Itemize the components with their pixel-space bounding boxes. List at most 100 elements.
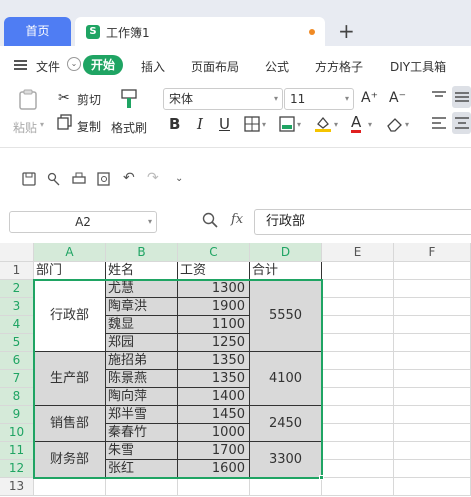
salary-cell[interactable]: 1900 xyxy=(178,298,250,316)
grid-cell[interactable] xyxy=(322,424,394,442)
print-preview-icon[interactable] xyxy=(97,172,111,186)
grid-cell[interactable] xyxy=(394,262,471,280)
menu-file[interactable]: 文件 xyxy=(36,58,60,75)
name-box[interactable]: A2 ▾ xyxy=(9,211,157,233)
salary-cell[interactable]: 1100 xyxy=(178,316,250,334)
menu-start[interactable]: 开始 xyxy=(83,55,123,75)
fill-handle[interactable] xyxy=(319,475,324,480)
copy-label[interactable]: 复制 xyxy=(77,118,101,135)
name-cell[interactable]: 陶章洪 xyxy=(106,298,178,316)
grid-cell[interactable] xyxy=(322,280,394,298)
grid-cell[interactable] xyxy=(322,334,394,352)
underline-button[interactable]: U xyxy=(219,115,230,133)
font-size-select[interactable]: 11 ▾ xyxy=(284,88,354,110)
chevron-down-icon[interactable]: ▾ xyxy=(262,120,266,129)
grid-cell[interactable] xyxy=(394,478,471,496)
tab-workbook[interactable]: S 工作簿1 xyxy=(75,17,325,46)
name-cell[interactable]: 魏显 xyxy=(106,316,178,334)
fill-pattern-icon[interactable] xyxy=(279,116,295,132)
salary-cell[interactable]: 1450 xyxy=(178,406,250,424)
grid-cell[interactable] xyxy=(106,478,178,496)
column-header-B[interactable]: B xyxy=(106,243,178,262)
name-cell[interactable]: 郑半雪 xyxy=(106,406,178,424)
grid-cell[interactable] xyxy=(394,352,471,370)
grid-cell[interactable] xyxy=(178,478,250,496)
column-header-F[interactable]: F xyxy=(394,243,471,262)
total-cell[interactable]: 4100 xyxy=(250,352,322,406)
name-cell[interactable]: 秦春竹 xyxy=(106,424,178,442)
align-top-icon[interactable] xyxy=(431,90,447,104)
grid-cell[interactable] xyxy=(322,316,394,334)
tab-home[interactable]: 首页 xyxy=(4,17,71,46)
align-center-button[interactable] xyxy=(452,112,471,134)
grid-cell[interactable] xyxy=(34,478,106,496)
name-cell[interactable]: 陶向萍 xyxy=(106,388,178,406)
column-header-E[interactable]: E xyxy=(322,243,394,262)
total-cell[interactable]: 2450 xyxy=(250,406,322,442)
grid-cell[interactable] xyxy=(322,460,394,478)
grid-cell[interactable] xyxy=(322,370,394,388)
row-header-5[interactable]: 5 xyxy=(0,334,34,352)
new-tab-button[interactable]: + xyxy=(338,17,355,46)
export-icon[interactable] xyxy=(47,172,61,186)
row-header-13[interactable]: 13 xyxy=(0,478,34,496)
department-cell[interactable]: 财务部 xyxy=(34,442,106,478)
name-cell[interactable]: 郑园 xyxy=(106,334,178,352)
bold-button[interactable]: B xyxy=(169,115,180,133)
zoom-search-icon[interactable] xyxy=(202,212,218,228)
row-header-8[interactable]: 8 xyxy=(0,388,34,406)
name-cell[interactable]: 陈景燕 xyxy=(106,370,178,388)
grid-cell[interactable] xyxy=(394,460,471,478)
paste-icon[interactable] xyxy=(17,88,39,110)
row-header-1[interactable]: 1 xyxy=(0,262,34,280)
increase-font-icon[interactable]: A⁺ xyxy=(361,90,378,106)
grid-cell[interactable] xyxy=(394,334,471,352)
salary-cell[interactable]: 1350 xyxy=(178,370,250,388)
chevron-down-icon[interactable]: ▾ xyxy=(368,120,372,129)
column-header-A[interactable]: A xyxy=(34,243,106,262)
grid-cell[interactable] xyxy=(322,406,394,424)
row-header-2[interactable]: 2 xyxy=(0,280,34,298)
format-painter-label[interactable]: 格式刷 xyxy=(111,119,147,136)
menu-icon[interactable] xyxy=(14,60,27,70)
menu-grid-tools[interactable]: 方方格子 xyxy=(315,58,363,75)
grid-cell[interactable] xyxy=(394,388,471,406)
fill-color-icon[interactable] xyxy=(314,115,332,133)
cut-label[interactable]: 剪切 xyxy=(77,91,101,108)
customize-chevron-icon[interactable]: ⌄ xyxy=(175,173,183,184)
grid-cell[interactable] xyxy=(322,388,394,406)
name-cell[interactable]: 施招弟 xyxy=(106,352,178,370)
salary-cell[interactable]: 1000 xyxy=(178,424,250,442)
column-header-C[interactable]: C xyxy=(178,243,250,262)
menu-page-layout[interactable]: 页面布局 xyxy=(191,58,239,75)
row-header-9[interactable]: 9 xyxy=(0,406,34,424)
decrease-font-icon[interactable]: A⁻ xyxy=(389,90,406,106)
formula-input[interactable]: 行政部 xyxy=(254,209,471,235)
grid-cell[interactable] xyxy=(394,406,471,424)
save-icon[interactable] xyxy=(22,172,36,186)
grid-cell[interactable] xyxy=(322,478,394,496)
salary-cell[interactable]: 1700 xyxy=(178,442,250,460)
menu-diy-toolbox[interactable]: DIY工具箱 xyxy=(390,58,446,75)
align-left-icon[interactable] xyxy=(431,116,447,130)
grid-cell[interactable] xyxy=(322,352,394,370)
salary-cell[interactable]: 1250 xyxy=(178,334,250,352)
row-header-12[interactable]: 12 xyxy=(0,460,34,478)
border-icon[interactable] xyxy=(244,116,260,132)
department-cell[interactable]: 生产部 xyxy=(34,352,106,406)
scissors-icon[interactable]: ✂ xyxy=(58,90,70,106)
grid-cell[interactable] xyxy=(394,370,471,388)
grid-cell[interactable] xyxy=(322,298,394,316)
menu-formula[interactable]: 公式 xyxy=(265,58,289,75)
chevron-down-icon[interactable]: ⌄ xyxy=(67,57,81,71)
salary-cell[interactable]: 1600 xyxy=(178,460,250,478)
font-color-button[interactable]: A xyxy=(351,115,362,133)
grid-cell[interactable] xyxy=(250,478,322,496)
row-header-3[interactable]: 3 xyxy=(0,298,34,316)
grid-cell[interactable] xyxy=(322,442,394,460)
row-header-11[interactable]: 11 xyxy=(0,442,34,460)
grid-cell[interactable] xyxy=(394,424,471,442)
column-header-D[interactable]: D xyxy=(250,243,322,262)
copy-icon[interactable] xyxy=(57,114,73,130)
row-header-6[interactable]: 6 xyxy=(0,352,34,370)
